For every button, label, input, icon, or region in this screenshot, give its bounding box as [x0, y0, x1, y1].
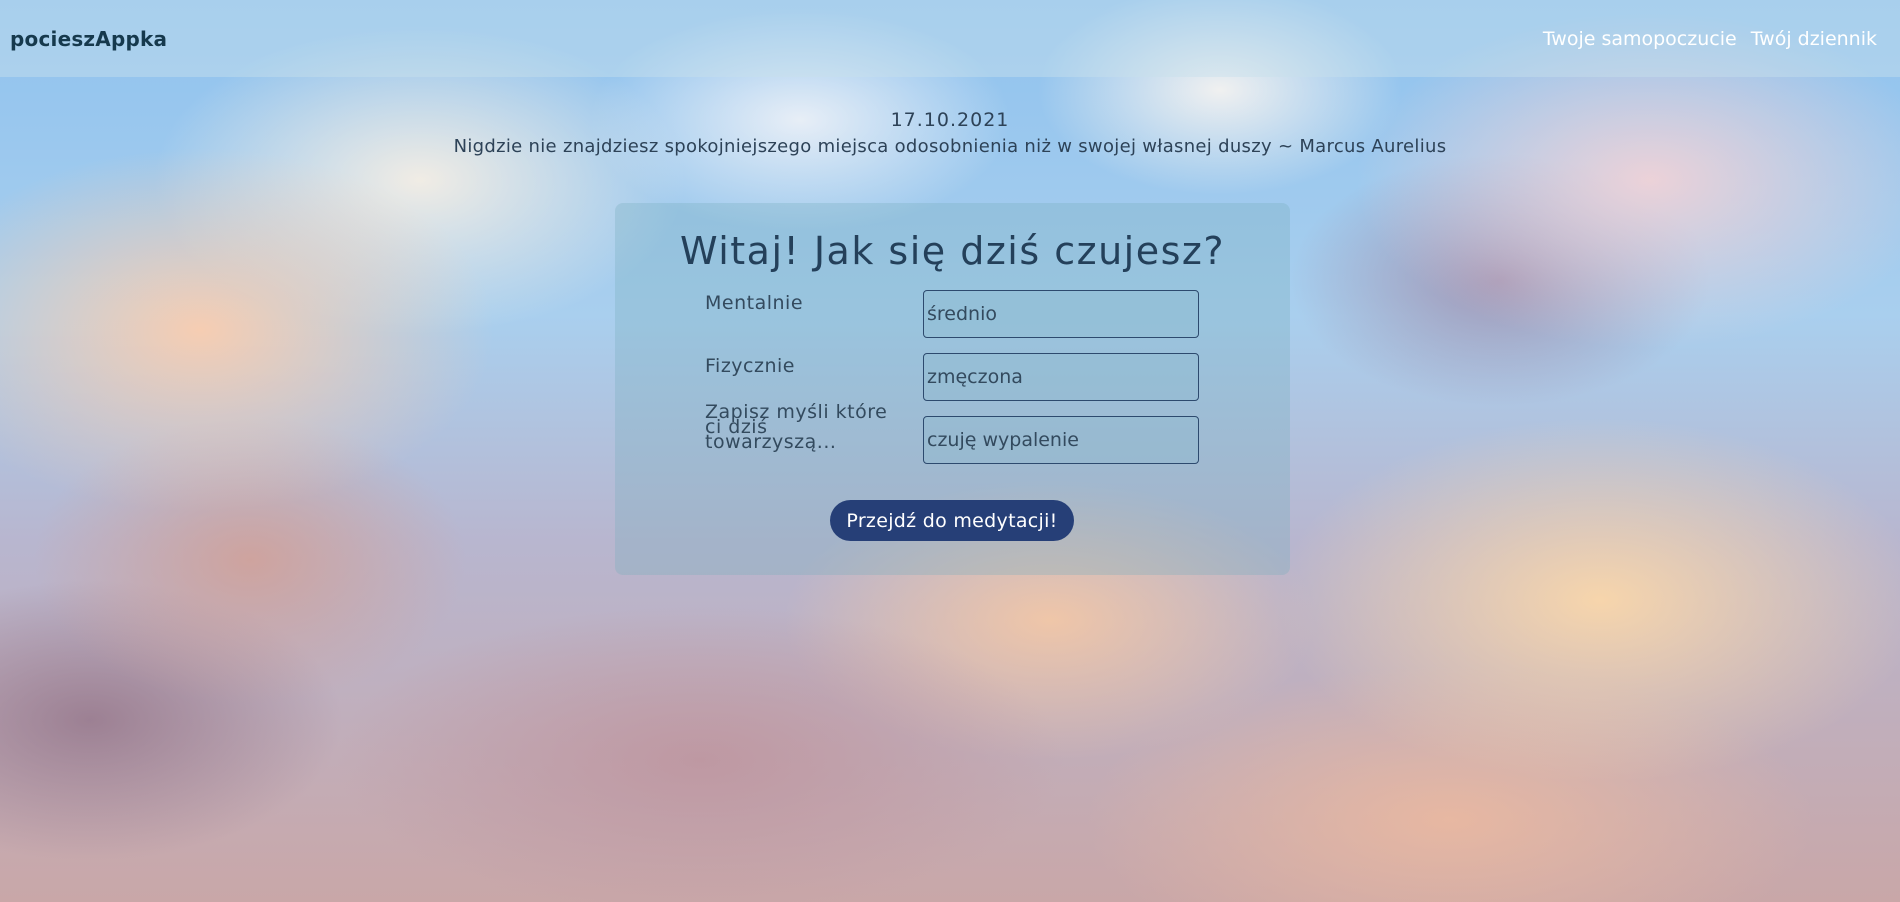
thoughts-label: Zapisz myśli które ci dziś towarzyszą... [705, 401, 888, 453]
mood-form-card: Witaj! Jak się dziś czujesz? Mentalnie F… [615, 203, 1290, 575]
brand-logo-link[interactable]: pocieszAppka [10, 27, 167, 51]
go-to-meditation-button[interactable]: Przejdź do medytacji! [830, 500, 1074, 541]
thoughts-input[interactable] [923, 416, 1199, 464]
nav-link-samopoczucie[interactable]: Twoje samopoczucie [1543, 28, 1737, 50]
form-title: Witaj! Jak się dziś czujesz? [679, 229, 1226, 273]
navbar: pocieszAppka Twoje samopoczucie Twój dzi… [0, 0, 1900, 77]
nav-link-dziennik[interactable]: Twój dziennik [1751, 28, 1877, 50]
mental-input[interactable] [923, 290, 1199, 338]
physical-label: Fizycznie [705, 355, 795, 377]
physical-input[interactable] [923, 353, 1199, 401]
daily-quote: Nigdzie nie znajdziesz spokojniejszego m… [453, 136, 1447, 157]
current-date: 17.10.2021 [890, 109, 1010, 131]
mental-label: Mentalnie [705, 292, 804, 314]
nav-links: Twoje samopoczucie Twój dziennik [1543, 28, 1890, 50]
